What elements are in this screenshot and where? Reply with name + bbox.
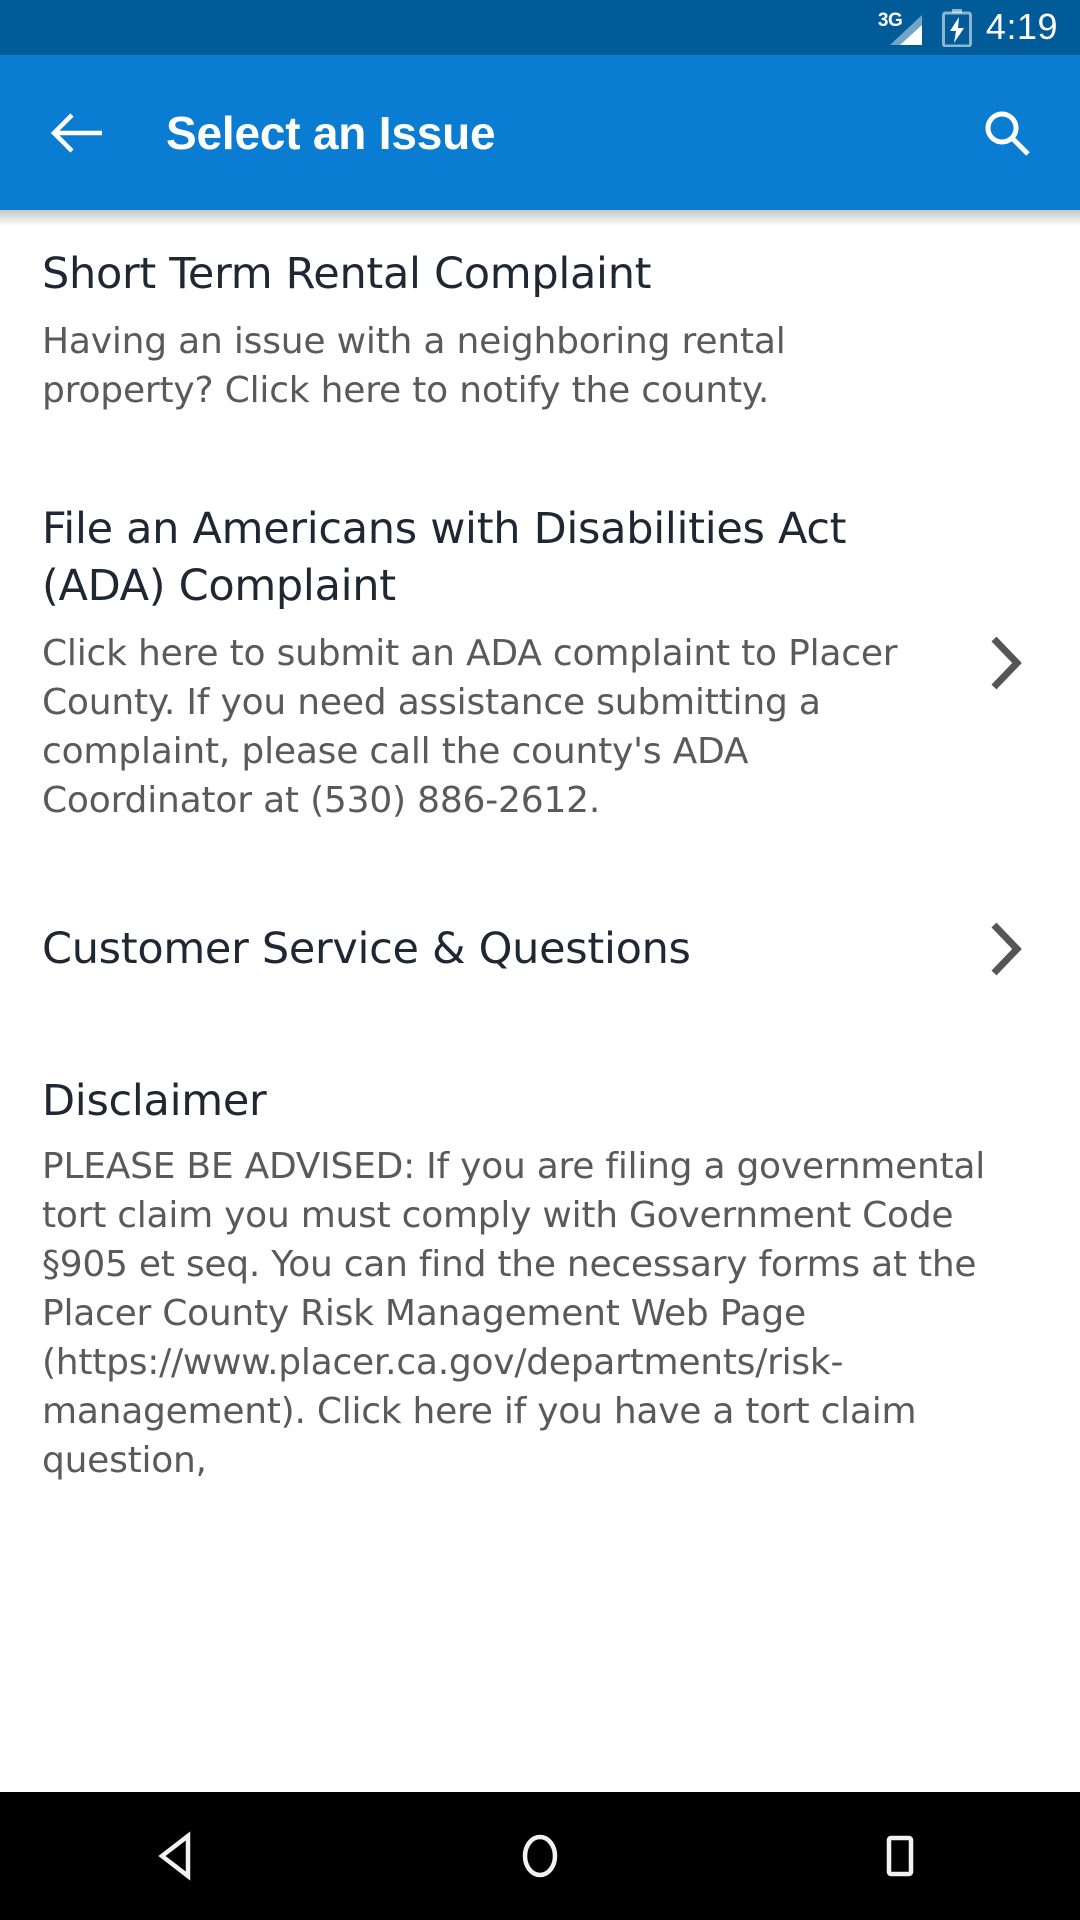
list-item[interactable]: Customer Service & Questions bbox=[0, 855, 1080, 1015]
signal-3g-icon: 3G bbox=[878, 10, 928, 45]
list-item-description: Click here to submit an ADA complaint to… bbox=[42, 633, 898, 821]
battery-charging-icon bbox=[941, 8, 972, 47]
disclaimer-section: Disclaimer PLEASE BE ADVISED: If you are… bbox=[0, 1015, 1080, 1515]
list-item-text: Short Term Rental Complaint Having an is… bbox=[42, 246, 974, 415]
list-item-title: File an Americans with Disabilities Act … bbox=[42, 504, 847, 611]
nav-home-button[interactable] bbox=[460, 1792, 620, 1920]
nav-back-button[interactable] bbox=[100, 1792, 260, 1920]
nav-recents-square-icon bbox=[886, 1835, 914, 1877]
issue-list: Short Term Rental Complaint Having an is… bbox=[0, 210, 1080, 1792]
nav-recents-button[interactable] bbox=[820, 1792, 980, 1920]
disclaimer-body: PLEASE BE ADVISED: If you are filing a g… bbox=[42, 1146, 985, 1481]
app-bar: Select an Issue bbox=[0, 55, 1080, 210]
arrow-left-icon bbox=[50, 112, 102, 153]
status-bar-clock: 4:19 bbox=[985, 5, 1058, 47]
list-item-text: File an Americans with Disabilities Act … bbox=[42, 501, 974, 825]
back-button[interactable] bbox=[30, 85, 126, 181]
list-item-text: Customer Service & Questions bbox=[42, 921, 974, 978]
list-item[interactable]: Short Term Rental Complaint Having an is… bbox=[0, 210, 1080, 445]
nav-home-circle-icon bbox=[522, 1834, 558, 1878]
list-item-description: Having an issue with a neighboring renta… bbox=[42, 321, 786, 411]
phone-screen: 3G 4:19 Select an Issue Short Term Renta… bbox=[0, 0, 1080, 1920]
search-icon bbox=[985, 111, 1030, 156]
disclaimer-title: Disclaimer bbox=[42, 1076, 267, 1126]
list-item[interactable]: File an Americans with Disabilities Act … bbox=[0, 445, 1080, 855]
status-bar: 3G 4:19 bbox=[0, 0, 1080, 55]
page-title: Select an Issue bbox=[166, 106, 496, 159]
nav-back-triangle-icon bbox=[158, 1831, 191, 1881]
search-button[interactable] bbox=[962, 88, 1052, 178]
list-item-title: Customer Service & Questions bbox=[42, 923, 691, 974]
android-navigation-bar bbox=[0, 1792, 1080, 1920]
chevron-right-icon[interactable] bbox=[974, 631, 1038, 695]
chevron-right-icon[interactable] bbox=[974, 917, 1038, 981]
list-item-title: Short Term Rental Complaint bbox=[42, 249, 652, 299]
